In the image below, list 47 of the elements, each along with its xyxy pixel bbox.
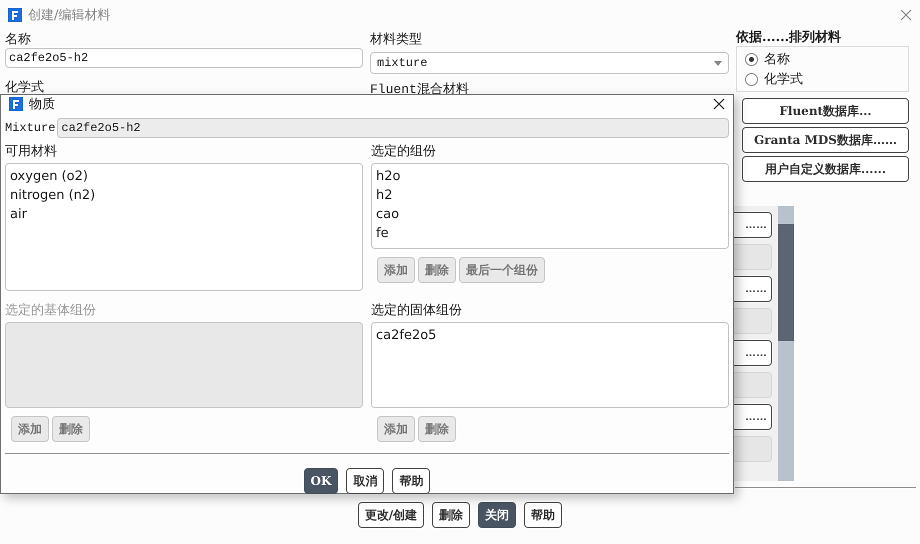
action-button[interactable]: 删除 xyxy=(432,502,470,528)
dialog-button[interactable]: 取消 xyxy=(346,468,384,494)
app-icon xyxy=(9,97,23,111)
field-label: 名称 xyxy=(5,32,32,48)
list-label: 选定的组份 xyxy=(371,144,437,160)
list-item[interactable]: h2o xyxy=(376,167,724,186)
list-box[interactable]: oxygen (o2) nitrogen (n2) air xyxy=(5,163,363,291)
database-button[interactable]: 用户自定义数据库...... xyxy=(742,156,909,182)
list-item[interactable]: nitrogen (n2) xyxy=(10,186,358,205)
list-button[interactable]: 最后一个组份 xyxy=(459,257,545,283)
list-button[interactable]: 删除 xyxy=(418,257,456,283)
list-label: 选定的固体组份 xyxy=(371,303,463,319)
list-button[interactable]: 删除 xyxy=(418,416,456,442)
sort-title: 依据......排列材料 xyxy=(736,30,842,46)
window-title: 创建/编辑材料 xyxy=(28,7,110,24)
field-label: Fluent混合材料 xyxy=(370,82,470,98)
list-label: 可用材料 xyxy=(5,144,58,160)
database-button[interactable]: Granta MDS数据库…… xyxy=(742,127,909,153)
list-item[interactable]: h2 xyxy=(376,186,724,205)
list-button[interactable]: 添加 xyxy=(377,416,415,442)
app-icon xyxy=(8,8,22,22)
action-button[interactable]: 更改/创建 xyxy=(358,502,424,528)
action-button[interactable]: 关闭 xyxy=(478,502,516,528)
dialog-button[interactable]: 帮助 xyxy=(392,468,430,494)
database-button[interactable]: Fluent数据库... xyxy=(742,98,909,124)
mixture-field[interactable]: ca2fe2o5-h2 xyxy=(57,118,729,138)
field-label: 材料类型 xyxy=(370,32,423,48)
radio-label[interactable]: 名称 xyxy=(764,50,790,68)
list-box[interactable]: h2o h2 cao fe xyxy=(371,163,729,249)
list-label: 选定的基体组份 xyxy=(5,303,97,319)
dropdown-caret-icon xyxy=(714,60,722,66)
name-field[interactable]: ca2fe2o5-h2 xyxy=(5,48,363,68)
radio-label[interactable]: 化学式 xyxy=(764,70,803,88)
dialog-title: 物质 xyxy=(29,96,55,113)
field-label: Mixture xyxy=(5,121,56,135)
list-item[interactable]: air xyxy=(10,205,358,224)
field-label: 化学式 xyxy=(5,80,45,96)
list-item[interactable]: oxygen (o2) xyxy=(10,167,358,186)
list-button[interactable]: 添加 xyxy=(377,257,415,283)
radio-button[interactable] xyxy=(745,52,758,66)
action-button[interactable]: 帮助 xyxy=(524,502,562,528)
scrollbar[interactable] xyxy=(778,206,794,481)
radio-button[interactable] xyxy=(745,72,758,86)
dialog-button[interactable]: OK xyxy=(304,468,338,494)
list-box[interactable]: ca2fe2o5 xyxy=(371,322,729,408)
close-icon[interactable] xyxy=(713,98,725,110)
type-dropdown[interactable]: mixture xyxy=(370,52,729,74)
